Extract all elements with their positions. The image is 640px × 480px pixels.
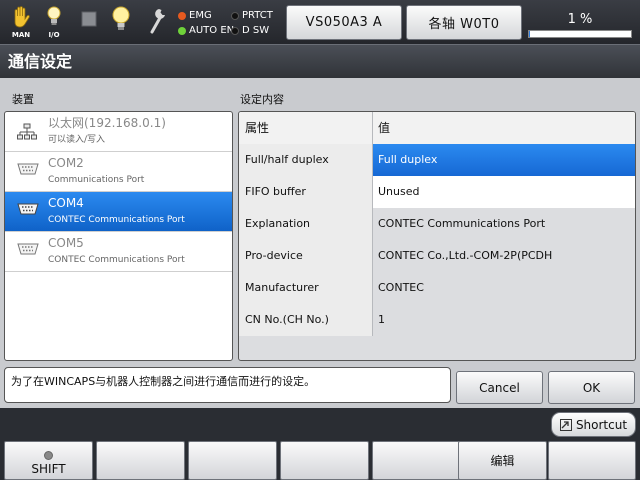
duplex-value-cell[interactable]: Full duplex bbox=[373, 144, 635, 176]
emg-led-icon bbox=[178, 11, 186, 20]
robot-select-button[interactable]: VS050A3 A bbox=[286, 5, 402, 40]
prtct-label: PRTCT bbox=[242, 10, 273, 21]
auto-en-led-icon bbox=[178, 26, 186, 35]
device-description: CONTEC Communications Port bbox=[48, 255, 185, 265]
fkey-7[interactable] bbox=[548, 441, 636, 480]
value-column-header: 值 bbox=[373, 112, 635, 144]
hand-icon bbox=[14, 6, 30, 28]
page-title: 通信设定 bbox=[0, 44, 640, 78]
shortcut-strip bbox=[0, 408, 640, 442]
device-description: 可以读入/写入 bbox=[48, 135, 106, 145]
serial-port-icon bbox=[17, 203, 39, 215]
fkey-shift[interactable]: SHIFT bbox=[4, 441, 93, 480]
fkey-edit[interactable]: 编辑 bbox=[458, 441, 547, 480]
value-cell: 1 bbox=[373, 304, 635, 336]
value-cell: CONTEC Communications Port bbox=[373, 208, 635, 240]
lamp-button[interactable] bbox=[106, 3, 136, 41]
device-name: COM2 bbox=[48, 156, 84, 170]
device-name: 以太网(192.168.0.1) bbox=[48, 116, 166, 130]
fkey-label: SHIFT bbox=[31, 462, 66, 476]
io-button[interactable]: I/O bbox=[39, 3, 69, 41]
device-name: COM4 bbox=[48, 196, 84, 210]
fkey-4[interactable] bbox=[280, 441, 369, 480]
axis-select-button[interactable]: 各轴 W0T0 bbox=[406, 5, 522, 40]
shortcut-icon bbox=[559, 418, 572, 431]
speed-percent-label: 1 % bbox=[567, 12, 593, 27]
network-icon bbox=[17, 123, 37, 140]
settings-header-row: 属性 值 bbox=[239, 112, 635, 144]
settings-row-manufacturer: Manufacturer CONTEC bbox=[239, 272, 635, 304]
lightbulb-icon bbox=[112, 6, 130, 30]
dsw-label: D SW bbox=[242, 25, 270, 36]
ok-button[interactable]: OK bbox=[548, 371, 635, 404]
shortcut-label: Shortcut bbox=[575, 417, 628, 432]
settings-row-explanation: Explanation CONTEC Communications Port bbox=[239, 208, 635, 240]
settings-row-fifo[interactable]: FIFO buffer Unused bbox=[239, 176, 635, 208]
speed-progress-fill bbox=[529, 31, 531, 37]
device-description: CONTEC Communications Port bbox=[48, 215, 185, 225]
settings-table: 属性 值 Full/half duplex Full duplex FIFO b… bbox=[238, 111, 636, 361]
emg-label: EMG bbox=[189, 10, 212, 21]
speed-progress-bar[interactable] bbox=[528, 30, 632, 38]
io-bulb-icon bbox=[47, 6, 61, 25]
devices-section-label: 装置 bbox=[12, 93, 34, 106]
property-cell: CN No.(CH No.) bbox=[239, 304, 373, 336]
stop-button[interactable] bbox=[74, 3, 104, 41]
settings-section-label: 设定内容 bbox=[240, 93, 284, 106]
status-indicators-right: PRTCT D SW bbox=[231, 8, 273, 38]
prtct-led-icon bbox=[231, 11, 239, 20]
shift-indicator-icon bbox=[44, 451, 53, 460]
serial-port-icon bbox=[17, 163, 39, 175]
fkey-2[interactable] bbox=[96, 441, 185, 480]
cancel-button[interactable]: Cancel bbox=[456, 371, 543, 404]
description-box: 为了在WINCAPS与机器人控制器之间进行通信而进行的设定。 bbox=[4, 367, 451, 403]
device-item-com2[interactable]: COM2 Communications Port bbox=[5, 152, 232, 192]
device-description: Communications Port bbox=[48, 175, 145, 185]
device-name: COM5 bbox=[48, 236, 84, 250]
property-cell: Full/half duplex bbox=[239, 144, 373, 176]
device-item-ethernet[interactable]: 以太网(192.168.0.1) 可以读入/写入 bbox=[5, 112, 232, 152]
property-column-header: 属性 bbox=[239, 112, 373, 144]
wrench-icon bbox=[150, 9, 165, 34]
shortcut-button[interactable]: Shortcut bbox=[551, 412, 636, 437]
property-cell: Pro-device bbox=[239, 240, 373, 272]
device-item-com4[interactable]: COM4 CONTEC Communications Port bbox=[5, 192, 232, 232]
auto-en-label: AUTO EN bbox=[189, 25, 235, 36]
settings-row-duplex[interactable]: Full/half duplex Full duplex bbox=[239, 144, 635, 176]
settings-row-cn-no: CN No.(CH No.) 1 bbox=[239, 304, 635, 336]
property-cell: FIFO buffer bbox=[239, 176, 373, 208]
io-label: I/O bbox=[48, 31, 60, 39]
device-item-com5[interactable]: COM5 CONTEC Communications Port bbox=[5, 232, 232, 272]
status-indicators-left: EMG AUTO EN bbox=[178, 8, 234, 38]
status-bar: MAN I/O EMG AUTO EN PRTCT D SW VS050A3 A… bbox=[0, 0, 640, 44]
stop-icon bbox=[81, 11, 97, 27]
serial-port-icon bbox=[17, 243, 39, 255]
fkey-5[interactable] bbox=[372, 441, 461, 480]
dsw-led-icon bbox=[231, 26, 239, 35]
property-cell: Explanation bbox=[239, 208, 373, 240]
maintenance-button[interactable] bbox=[143, 3, 173, 41]
settings-row-pro-device: Pro-device CONTEC Co.,Ltd.-COM-2P(PCDH bbox=[239, 240, 635, 272]
mode-label: MAN bbox=[11, 31, 31, 39]
manual-mode-button[interactable]: MAN bbox=[6, 3, 36, 41]
fkey-3[interactable] bbox=[188, 441, 277, 480]
device-list[interactable]: 以太网(192.168.0.1) 可以读入/写入 COM2 Communicat… bbox=[4, 111, 233, 361]
property-cell: Manufacturer bbox=[239, 272, 373, 304]
value-cell: CONTEC Co.,Ltd.-COM-2P(PCDH bbox=[373, 240, 635, 272]
function-key-bar: SHIFT 编辑 bbox=[0, 441, 640, 480]
main-panel: 装置 设定内容 以太网(192.168.0.1) 可以读入/写入 COM2 Co… bbox=[0, 78, 640, 408]
value-cell: CONTEC bbox=[373, 272, 635, 304]
fifo-value-cell[interactable]: Unused bbox=[373, 176, 635, 208]
